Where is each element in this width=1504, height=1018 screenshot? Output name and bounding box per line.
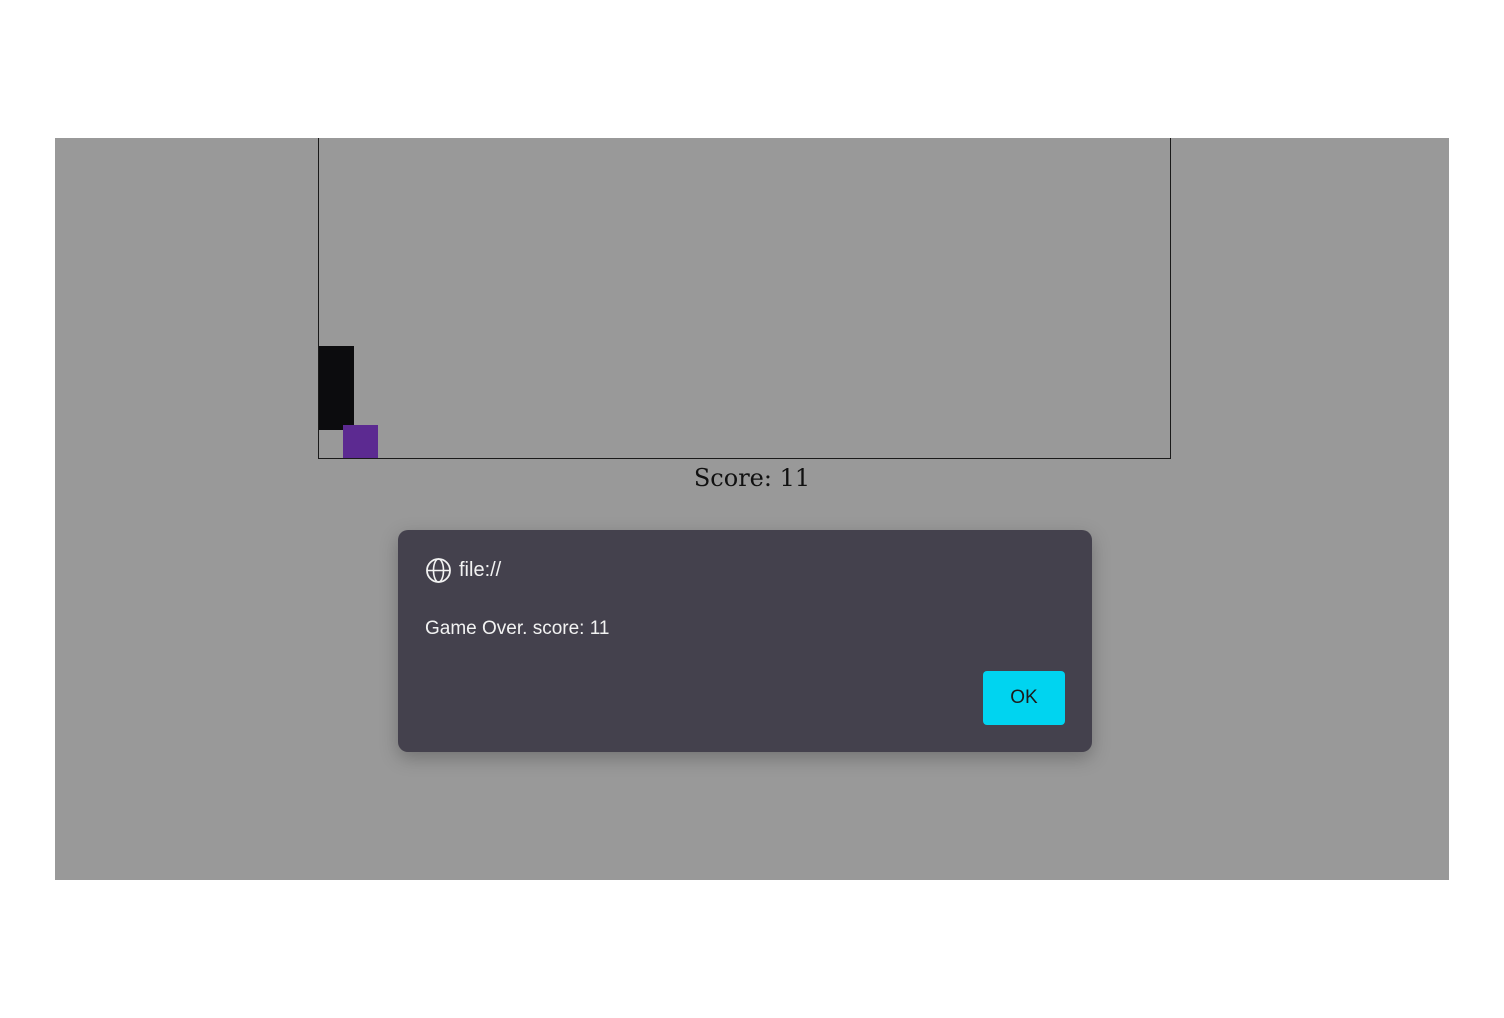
player-block [343, 425, 378, 458]
ok-button[interactable]: OK [983, 671, 1065, 725]
page-viewport: Score: 11 file:// Game Over. score: 11 O… [55, 138, 1449, 880]
dialog-origin: file:// [425, 557, 501, 584]
game-board[interactable] [318, 138, 1171, 459]
obstacle [319, 346, 354, 430]
globe-icon [425, 557, 452, 584]
score-display: Score: 11 [693, 464, 811, 492]
dialog-message: Game Over. score: 11 [425, 618, 610, 639]
alert-dialog: file:// Game Over. score: 11 OK [398, 530, 1092, 752]
dialog-origin-text: file:// [459, 559, 502, 581]
